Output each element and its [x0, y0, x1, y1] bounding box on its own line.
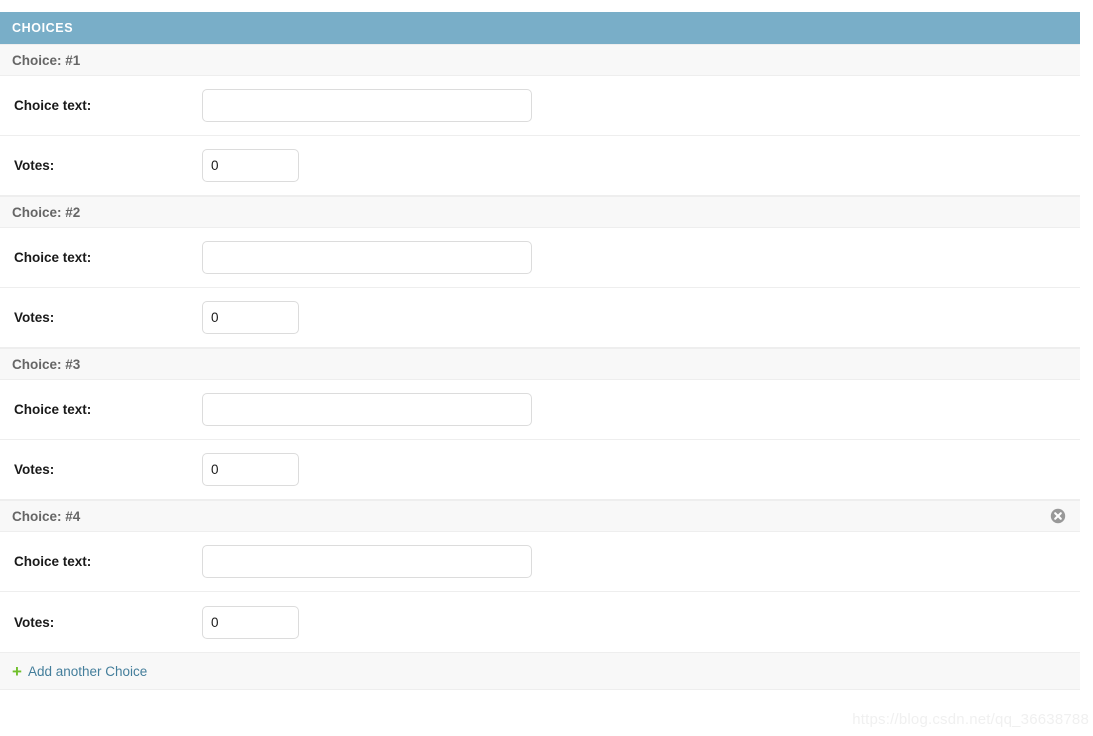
votes-input-3[interactable] — [202, 453, 299, 486]
choice-text-label-3: Choice text: — [14, 402, 92, 417]
choices-inline-group: CHOICES Choice: #1 Choice text: Votes: C… — [0, 12, 1080, 690]
choice-header-label-2: Choice: #2 — [12, 204, 81, 220]
add-another-choice-link[interactable]: Add another Choice — [28, 664, 147, 679]
choice-text-row-4: Choice text: — [0, 532, 1080, 592]
votes-row-2: Votes: — [0, 288, 1080, 348]
choice-header-label-3: Choice: #3 — [12, 356, 81, 372]
choice-header-1: Choice: #1 — [0, 44, 1080, 76]
choice-text-label-1: Choice text: — [14, 98, 92, 113]
choice-text-input-2[interactable] — [202, 241, 532, 274]
votes-row-1: Votes: — [0, 136, 1080, 196]
votes-label-3: Votes: — [14, 462, 55, 477]
votes-row-4: Votes: — [0, 592, 1080, 652]
plus-icon: + — [12, 661, 22, 681]
choice-text-row-2: Choice text: — [0, 228, 1080, 288]
choice-text-input-4[interactable] — [202, 545, 532, 578]
votes-label-2: Votes: — [14, 310, 55, 325]
votes-label-4: Votes: — [14, 614, 55, 630]
votes-input-4[interactable] — [202, 605, 299, 639]
votes-input-2[interactable] — [202, 301, 299, 334]
choice-text-input-3[interactable] — [202, 393, 532, 426]
choice-text-input-1[interactable] — [202, 89, 532, 122]
choice-text-label-2: Choice text: — [14, 250, 92, 265]
choice-header-2: Choice: #2 — [0, 196, 1080, 228]
votes-input-1[interactable] — [202, 149, 299, 182]
choices-section-title: CHOICES — [12, 21, 74, 35]
choice-text-row-1: Choice text: — [0, 76, 1080, 136]
votes-row-3: Votes: — [0, 440, 1080, 500]
choices-section-header: CHOICES — [0, 12, 1080, 44]
choice-text-label-4: Choice text: — [14, 554, 92, 569]
votes-label-1: Votes: — [14, 158, 55, 173]
page-root: CHOICES Choice: #1 Choice text: Votes: C… — [0, 0, 1093, 736]
choice-header-label-4: Choice: #4 — [12, 508, 81, 524]
choice-header-label-1: Choice: #1 — [12, 52, 81, 68]
add-another-choice-row[interactable]: + Add another Choice — [0, 652, 1080, 690]
choice-header-4: Choice: #4 — [0, 500, 1080, 532]
watermark-text: https://blog.csdn.net/qq_36638788 — [852, 711, 1089, 728]
circle-x-icon[interactable] — [1050, 508, 1066, 524]
choice-header-3: Choice: #3 — [0, 348, 1080, 380]
choice-text-row-3: Choice text: — [0, 380, 1080, 440]
